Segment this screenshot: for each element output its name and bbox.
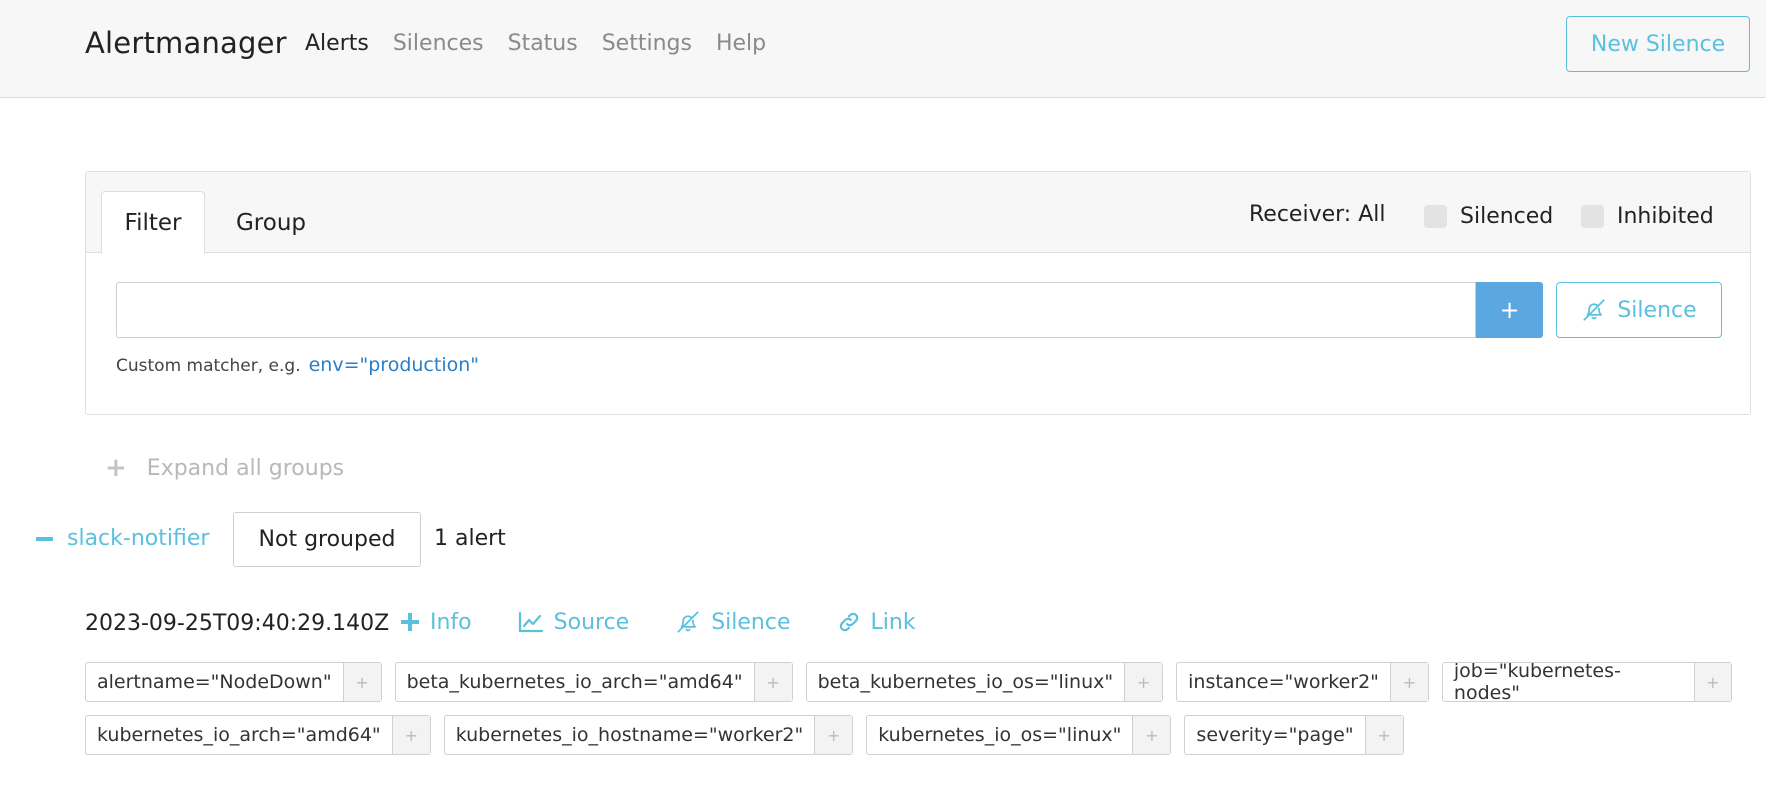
label-text[interactable]: alertname="NodeDown" bbox=[86, 663, 343, 701]
line-chart-icon bbox=[518, 611, 543, 633]
alert-link-label: Link bbox=[870, 609, 916, 635]
label-chip[interactable]: beta_kubernetes_io_os="linux" + bbox=[805, 662, 1164, 702]
filter-silence-button[interactable]: Silence bbox=[1556, 282, 1722, 338]
alert-count: 1 alert bbox=[434, 526, 506, 551]
label-text[interactable]: severity="page" bbox=[1185, 716, 1364, 754]
alert-source-label: Source bbox=[553, 609, 630, 635]
bell-slash-icon bbox=[677, 611, 699, 633]
label-chip[interactable]: beta_kubernetes_io_arch="amd64" + bbox=[394, 662, 793, 702]
label-text[interactable]: job="kubernetes-nodes" bbox=[1443, 660, 1694, 704]
alert-actions: Info Source Silence Link bbox=[400, 609, 962, 635]
navbar: Alertmanager Alerts Silences Status Sett… bbox=[0, 0, 1766, 98]
alert-link-button[interactable]: Link bbox=[837, 610, 916, 635]
bell-slash-icon bbox=[1583, 299, 1605, 321]
alert-timestamp: 2023-09-25T09:40:29.140Z bbox=[85, 611, 390, 636]
add-filter-plus-icon[interactable]: + bbox=[1693, 663, 1731, 701]
checkbox-box[interactable] bbox=[1581, 205, 1604, 228]
alert-labels: alertname="NodeDown" + beta_kubernetes_io… bbox=[85, 660, 1745, 768]
label-text[interactable]: kubernetes_io_hostname="worker2" bbox=[445, 716, 815, 754]
filter-card-header: Filter Group Receiver: All Silenced Inhi… bbox=[86, 172, 1750, 254]
receiver-name: slack-notifier bbox=[67, 526, 210, 551]
minus-icon bbox=[36, 536, 53, 541]
add-filter-plus-icon[interactable]: + bbox=[342, 663, 381, 701]
label-chip[interactable]: instance="worker2" + bbox=[1176, 662, 1429, 702]
label-chip[interactable]: kubernetes_io_arch="amd64" + bbox=[85, 715, 431, 755]
alert-source-button[interactable]: Source bbox=[518, 609, 630, 635]
alert-silence-label: Silence bbox=[711, 609, 791, 635]
plus-icon bbox=[401, 613, 419, 631]
add-filter-plus-icon[interactable]: + bbox=[814, 716, 853, 754]
alert-silence-button[interactable]: Silence bbox=[675, 609, 791, 635]
label-text[interactable]: kubernetes_io_os="linux" bbox=[867, 716, 1132, 754]
alert-info-button[interactable]: Info bbox=[400, 610, 472, 635]
link-icon bbox=[839, 612, 858, 632]
filter-card: Filter Group Receiver: All Silenced Inhi… bbox=[85, 171, 1751, 415]
nav-settings[interactable]: Settings bbox=[602, 31, 692, 56]
label-chip[interactable]: alertname="NodeDown" + bbox=[85, 662, 382, 702]
add-filter-plus-icon[interactable]: + bbox=[1124, 663, 1163, 701]
matcher-input[interactable] bbox=[116, 282, 1476, 338]
alert-info-label: Info bbox=[430, 609, 472, 635]
silenced-label: Silenced bbox=[1460, 204, 1554, 229]
nav-status[interactable]: Status bbox=[508, 31, 578, 56]
receiver-dropdown[interactable]: Receiver: All bbox=[1249, 202, 1385, 227]
inhibited-checkbox[interactable]: Inhibited bbox=[1581, 204, 1714, 229]
silenced-checkbox[interactable]: Silenced bbox=[1424, 204, 1553, 229]
label-text[interactable]: kubernetes_io_arch="amd64" bbox=[86, 716, 392, 754]
add-filter-plus-icon[interactable]: + bbox=[1364, 716, 1403, 754]
checkbox-box[interactable] bbox=[1424, 205, 1447, 228]
nav-alerts[interactable]: Alerts bbox=[305, 31, 369, 56]
label-text[interactable]: beta_kubernetes_io_arch="amd64" bbox=[396, 663, 754, 701]
plus-icon: + bbox=[105, 453, 127, 483]
filter-silence-label: Silence bbox=[1617, 297, 1697, 323]
label-chip[interactable]: kubernetes_io_os="linux" + bbox=[866, 715, 1172, 755]
matcher-hint: Custom matcher, e.g. env="production" bbox=[116, 354, 479, 376]
label-chip[interactable]: kubernetes_io_hostname="worker2" + bbox=[443, 715, 854, 755]
expand-all-groups[interactable]: + Expand all groups bbox=[105, 453, 344, 483]
hint-text: Custom matcher, e.g. bbox=[116, 356, 301, 376]
nav-help[interactable]: Help bbox=[716, 31, 766, 56]
nav-silences[interactable]: Silences bbox=[393, 31, 484, 56]
add-matcher-button[interactable]: + bbox=[1476, 282, 1543, 338]
brand-title[interactable]: Alertmanager bbox=[85, 26, 287, 60]
grouping-badge[interactable]: Not grouped bbox=[233, 512, 421, 567]
expand-all-label: Expand all groups bbox=[146, 455, 345, 481]
new-silence-button[interactable]: New Silence bbox=[1566, 16, 1750, 72]
add-filter-plus-icon[interactable]: + bbox=[1389, 663, 1428, 701]
label-row: kubernetes_io_arch="amd64" + kubernetes_i… bbox=[85, 715, 1745, 755]
label-chip[interactable]: severity="page" + bbox=[1184, 715, 1404, 755]
label-row: alertname="NodeDown" + beta_kubernetes_io… bbox=[85, 660, 1745, 704]
label-text[interactable]: beta_kubernetes_io_os="linux" bbox=[807, 663, 1125, 701]
inhibited-label: Inhibited bbox=[1617, 204, 1714, 229]
label-chip[interactable]: job="kubernetes-nodes" + bbox=[1441, 660, 1732, 704]
nav-links: Alerts Silences Status Settings Help bbox=[305, 31, 790, 56]
add-filter-plus-icon[interactable]: + bbox=[391, 716, 430, 754]
tab-filter[interactable]: Filter bbox=[101, 191, 205, 254]
receiver-group-toggle[interactable]: slack-notifier bbox=[36, 526, 209, 551]
add-filter-plus-icon[interactable]: + bbox=[1132, 716, 1171, 754]
hint-example-link[interactable]: env="production" bbox=[309, 354, 479, 376]
tab-group[interactable]: Group bbox=[216, 191, 326, 254]
label-text[interactable]: instance="worker2" bbox=[1177, 663, 1390, 701]
add-filter-plus-icon[interactable]: + bbox=[753, 663, 792, 701]
